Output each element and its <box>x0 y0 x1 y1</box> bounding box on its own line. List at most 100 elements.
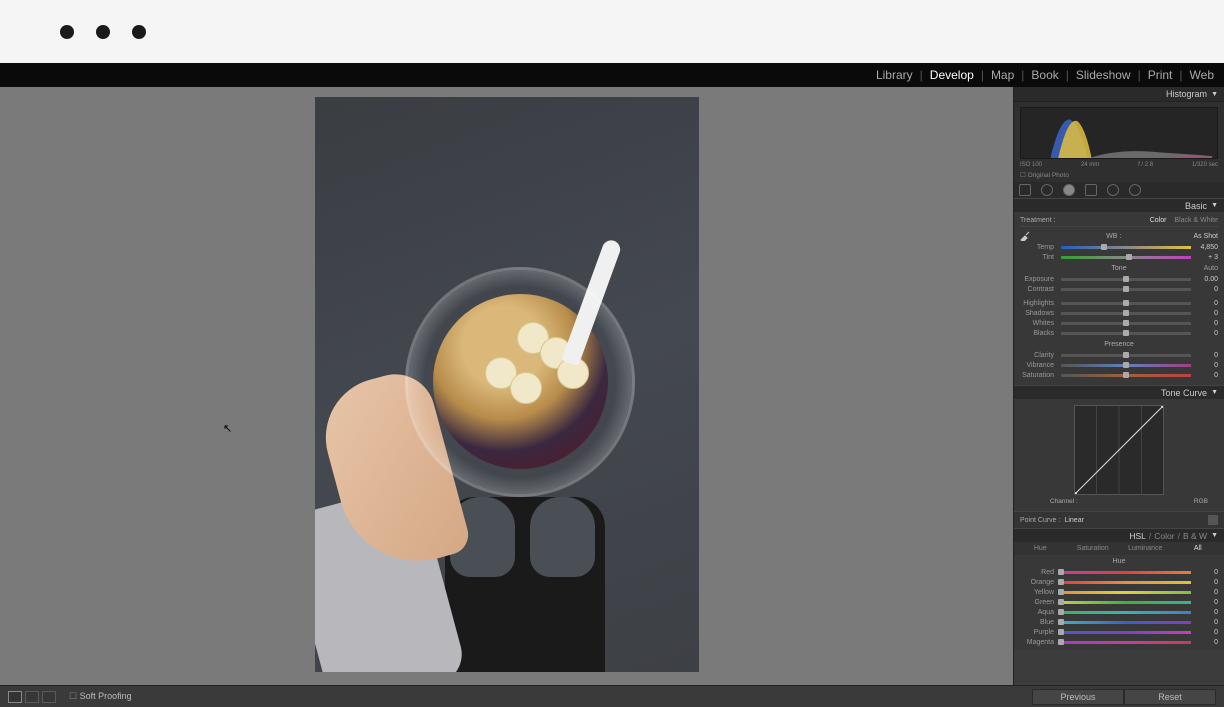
slider-label-whites: Whites <box>1020 320 1058 327</box>
slider-vibrance[interactable] <box>1061 364 1191 367</box>
slider-label-saturation: Saturation <box>1020 372 1058 379</box>
slider-red[interactable] <box>1061 571 1191 574</box>
slider-value-vibrance: 0 <box>1194 362 1218 369</box>
slider-label-blacks: Blacks <box>1020 330 1058 337</box>
module-map[interactable]: Map <box>991 68 1014 82</box>
auto-tone-button[interactable]: Auto <box>1204 265 1218 272</box>
slider-blacks[interactable] <box>1061 332 1191 335</box>
slider-value-tint: + 3 <box>1194 254 1218 261</box>
view-mode-loupe-icon[interactable] <box>8 691 22 703</box>
slider-saturation[interactable] <box>1061 374 1191 377</box>
module-library[interactable]: Library <box>876 68 913 82</box>
hsl-tab-hue[interactable]: Hue <box>1014 545 1067 552</box>
image-canvas[interactable]: ↖ <box>0 87 1013 685</box>
grad-tool-icon[interactable] <box>1085 184 1097 196</box>
slider-value-shadows: 0 <box>1194 310 1218 317</box>
slider-temp[interactable] <box>1061 246 1191 249</box>
channel-dropdown[interactable]: RGB <box>1194 498 1208 505</box>
photo-preview[interactable] <box>315 97 699 672</box>
tone-curve-header[interactable]: Tone Curve▼ <box>1014 385 1224 399</box>
slider-purple[interactable] <box>1061 631 1191 634</box>
hsl-tab-saturation[interactable]: Saturation <box>1067 545 1120 552</box>
point-curve-dropdown[interactable]: Linear <box>1064 517 1083 524</box>
slider-label-aqua: Aqua <box>1020 609 1058 616</box>
slider-value-highlights: 0 <box>1194 300 1218 307</box>
slider-shadows[interactable] <box>1061 312 1191 315</box>
app-frame: Library| Develop| Map| Book| Slideshow| … <box>0 63 1224 707</box>
basic-header[interactable]: Basic▼ <box>1014 198 1224 212</box>
slider-label-exposure: Exposure <box>1020 276 1058 283</box>
slider-value-whites: 0 <box>1194 320 1218 327</box>
brush-tool-icon[interactable] <box>1129 184 1141 196</box>
redeye-tool-icon[interactable] <box>1063 184 1075 196</box>
cursor-icon: ↖ <box>223 422 232 435</box>
slider-value-red: 0 <box>1194 569 1218 576</box>
module-slideshow[interactable]: Slideshow <box>1076 68 1131 82</box>
radial-tool-icon[interactable] <box>1107 184 1119 196</box>
slider-yellow[interactable] <box>1061 591 1191 594</box>
slider-value-yellow: 0 <box>1194 589 1218 596</box>
histogram-header[interactable]: Histogram▼ <box>1014 87 1224 102</box>
view-mode-survey-icon[interactable] <box>42 691 56 703</box>
treatment-color[interactable]: Color <box>1150 217 1167 224</box>
slider-exposure[interactable] <box>1061 278 1191 281</box>
hsl-tab-luminance[interactable]: Luminance <box>1119 545 1172 552</box>
window-dot-icon <box>96 25 110 39</box>
hsl-tab-all[interactable]: All <box>1172 545 1224 552</box>
point-curve-row: Point Curve : Linear <box>1014 511 1224 528</box>
slider-orange[interactable] <box>1061 581 1191 584</box>
right-panel: Histogram▼ ISO 100 24 mm f / 2.8 1/320 s… <box>1013 87 1224 685</box>
treatment-label: Treatment : <box>1020 217 1056 224</box>
slider-green[interactable] <box>1061 601 1191 604</box>
window-dot-icon <box>132 25 146 39</box>
module-picker: Library| Develop| Map| Book| Slideshow| … <box>0 63 1224 87</box>
tone-curve-graph[interactable] <box>1074 405 1164 495</box>
treatment-bw[interactable]: Black & White <box>1174 217 1218 224</box>
slider-magenta[interactable] <box>1061 641 1191 644</box>
reset-button[interactable]: Reset <box>1124 689 1216 705</box>
slider-highlights[interactable] <box>1061 302 1191 305</box>
slider-label-yellow: Yellow <box>1020 589 1058 596</box>
slider-whites[interactable] <box>1061 322 1191 325</box>
window-dot-icon <box>60 25 74 39</box>
slider-label-temp: Temp <box>1020 244 1058 251</box>
wb-dropdown[interactable]: As Shot <box>1193 233 1218 240</box>
module-web[interactable]: Web <box>1190 68 1214 82</box>
slider-value-orange: 0 <box>1194 579 1218 586</box>
tone-curve-panel: Channel : RGB <box>1014 399 1224 511</box>
slider-label-orange: Orange <box>1020 579 1058 586</box>
hsl-header[interactable]: HSL/ Color/ B & W ▼ <box>1014 528 1224 542</box>
wb-picker-icon[interactable] <box>1020 231 1030 241</box>
soft-proofing-toggle[interactable]: Soft Proofing <box>69 691 132 702</box>
slider-label-magenta: Magenta <box>1020 639 1058 646</box>
slider-label-highlights: Highlights <box>1020 300 1058 307</box>
edit-point-curve-icon[interactable] <box>1208 515 1218 525</box>
slider-value-aqua: 0 <box>1194 609 1218 616</box>
spot-tool-icon[interactable] <box>1041 184 1053 196</box>
histogram-graph[interactable] <box>1020 107 1218 159</box>
slider-value-blue: 0 <box>1194 619 1218 626</box>
slider-blue[interactable] <box>1061 621 1191 624</box>
slider-aqua[interactable] <box>1061 611 1191 614</box>
previous-button[interactable]: Previous <box>1032 689 1124 705</box>
hsl-tabs: Hue Saturation Luminance All <box>1014 542 1224 555</box>
slider-label-blue: Blue <box>1020 619 1058 626</box>
module-develop[interactable]: Develop <box>930 68 974 82</box>
slider-contrast[interactable] <box>1061 288 1191 291</box>
slider-label-tint: Tint <box>1020 254 1058 261</box>
slider-value-blacks: 0 <box>1194 330 1218 337</box>
module-print[interactable]: Print <box>1148 68 1173 82</box>
slider-tint[interactable] <box>1061 256 1191 259</box>
toolbar-footer: Soft Proofing Previous Reset <box>0 685 1224 707</box>
original-photo-toggle[interactable]: Original Photo <box>1020 171 1218 179</box>
slider-value-saturation: 0 <box>1194 372 1218 379</box>
slider-label-red: Red <box>1020 569 1058 576</box>
view-mode-compare-icon[interactable] <box>25 691 39 703</box>
slider-label-contrast: Contrast <box>1020 286 1058 293</box>
slider-clarity[interactable] <box>1061 354 1191 357</box>
channel-label: Channel : <box>1050 498 1078 505</box>
slider-value-magenta: 0 <box>1194 639 1218 646</box>
slider-label-green: Green <box>1020 599 1058 606</box>
crop-tool-icon[interactable] <box>1019 184 1031 196</box>
module-book[interactable]: Book <box>1031 68 1058 82</box>
